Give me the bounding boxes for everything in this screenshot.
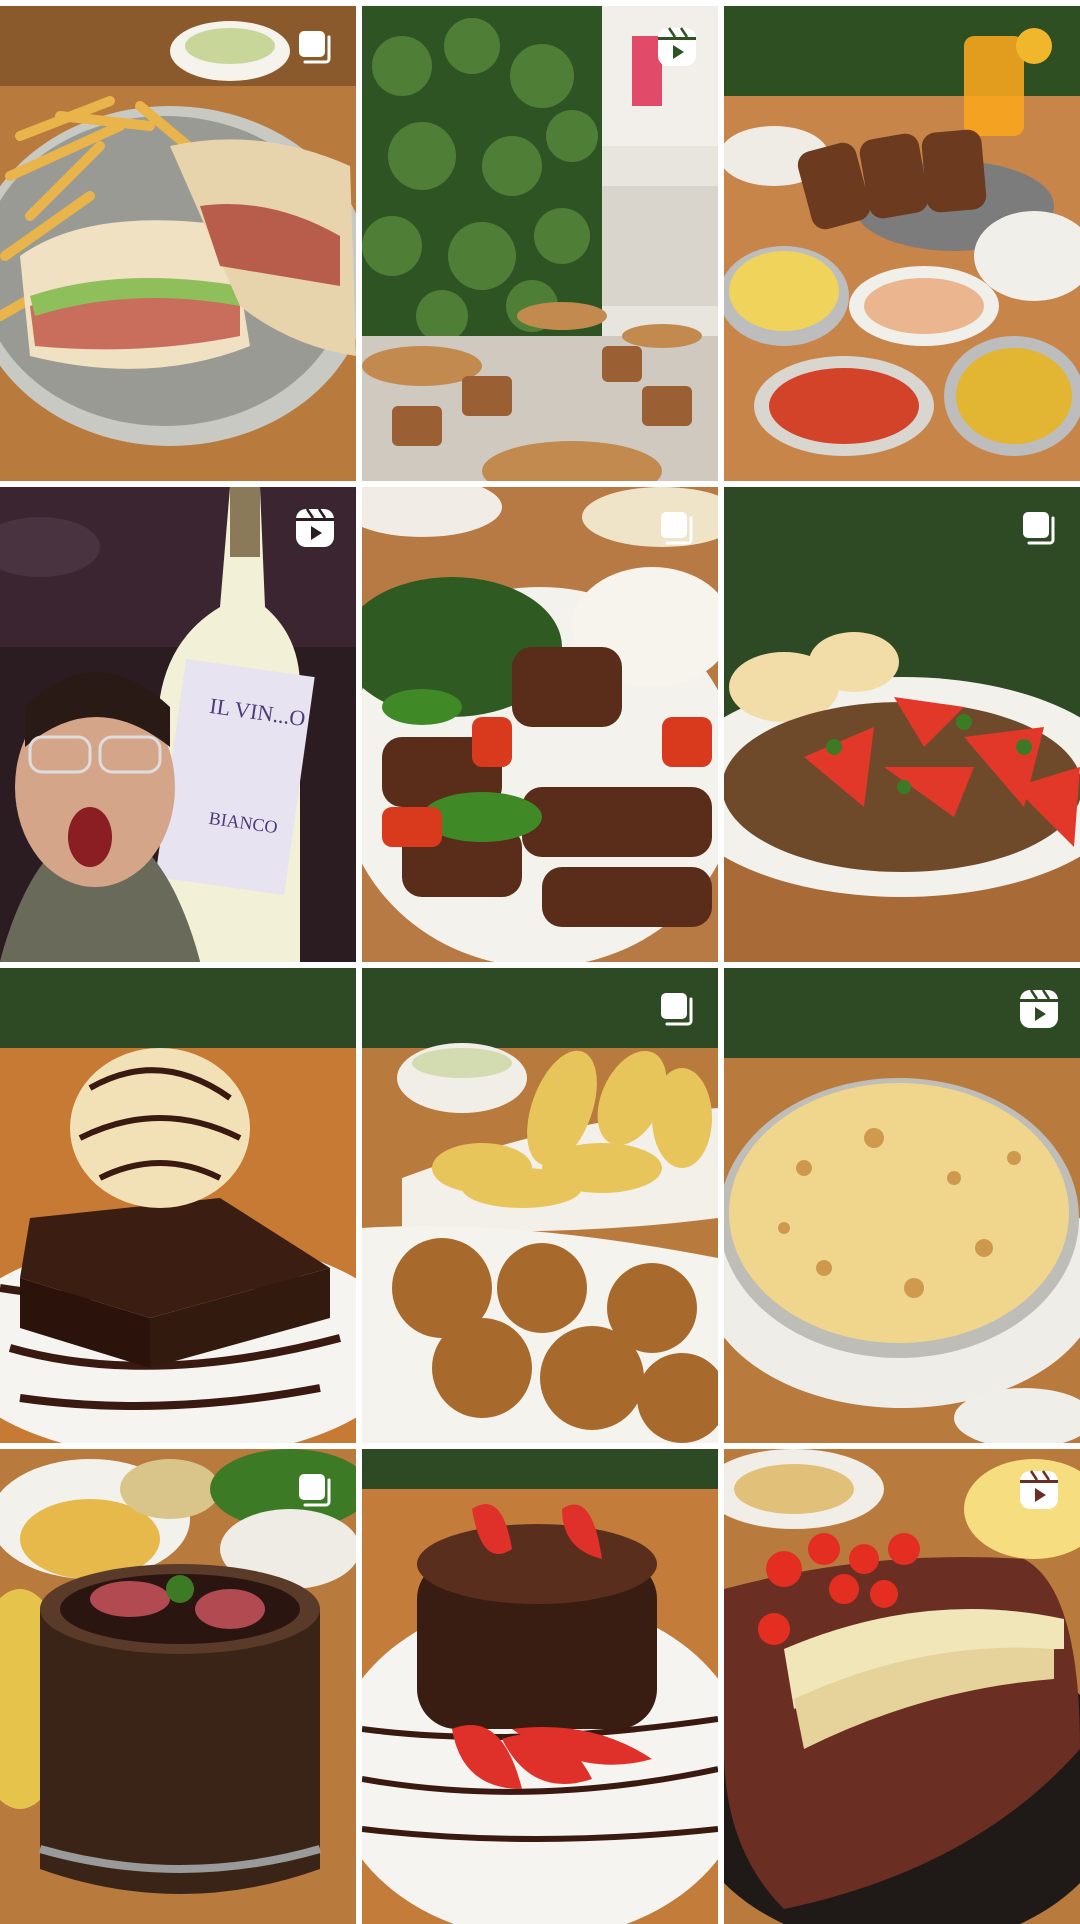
post-image-brownie xyxy=(0,968,356,1443)
post-tile-steak[interactable] xyxy=(724,1449,1080,1924)
post-image-feast xyxy=(724,6,1080,481)
post-tile-gratin[interactable] xyxy=(724,968,1080,1443)
post-image-beef xyxy=(362,487,718,962)
post-grid: IL VIN...O BIANCO xyxy=(0,0,1080,1924)
post-image-steak xyxy=(724,1449,1080,1924)
carousel-icon xyxy=(654,505,700,551)
post-tile-snacks[interactable] xyxy=(362,968,718,1443)
reel-icon xyxy=(1016,986,1062,1032)
post-image-sandwich xyxy=(0,6,356,481)
carousel-icon xyxy=(292,24,338,70)
post-tile-feijoada[interactable] xyxy=(0,1449,356,1924)
post-tile-beef-peppers[interactable] xyxy=(362,487,718,962)
post-tile-brownie[interactable] xyxy=(0,968,356,1443)
post-image-feijoada xyxy=(0,1449,356,1924)
post-tile-interior[interactable] xyxy=(362,6,718,481)
carousel-icon xyxy=(654,986,700,1032)
post-image-snacks xyxy=(362,968,718,1443)
post-tile-sandwich-fries[interactable] xyxy=(0,6,356,481)
post-tile-ground-beef[interactable] xyxy=(724,487,1080,962)
post-tile-wine-reel[interactable]: IL VIN...O BIANCO xyxy=(0,487,356,962)
post-image-cake xyxy=(362,1449,718,1924)
post-image-interior xyxy=(362,6,718,481)
carousel-icon xyxy=(292,1467,338,1513)
reel-icon xyxy=(654,24,700,70)
post-image-wine: IL VIN...O BIANCO xyxy=(0,487,356,962)
post-image-gratin xyxy=(724,968,1080,1443)
carousel-icon xyxy=(1016,505,1062,551)
reel-icon xyxy=(292,505,338,551)
post-tile-feast[interactable] xyxy=(724,6,1080,481)
reel-icon xyxy=(1016,1467,1062,1513)
post-tile-cake[interactable] xyxy=(362,1449,718,1924)
post-image-ground-beef xyxy=(724,487,1080,962)
